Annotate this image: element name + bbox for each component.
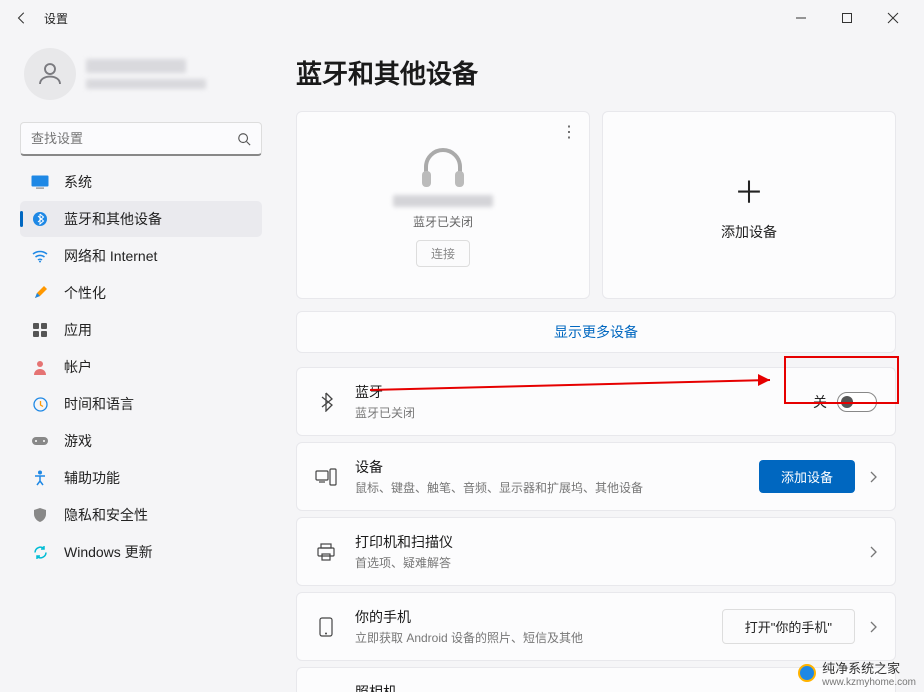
sidebar-item-label: 应用: [64, 320, 92, 340]
sidebar-item-apps[interactable]: 应用: [20, 312, 262, 348]
sidebar-item-label: Windows 更新: [64, 542, 153, 562]
sidebar-item-privacy[interactable]: 隐私和安全性: [20, 497, 262, 533]
avatar: [24, 48, 76, 100]
bluetooth-toggle[interactable]: [837, 392, 877, 412]
apps-icon: [30, 320, 50, 340]
shield-icon: [30, 505, 50, 525]
sidebar-item-windows-update[interactable]: Windows 更新: [20, 534, 262, 570]
search-input-container[interactable]: [20, 122, 262, 156]
bluetooth-setting-row: 蓝牙 蓝牙已关闭 关: [296, 367, 896, 436]
sidebar-item-label: 时间和语言: [64, 394, 134, 414]
sidebar-item-label: 游戏: [64, 431, 92, 451]
update-icon: [30, 542, 50, 562]
connect-button[interactable]: 连接: [416, 240, 470, 267]
printers-setting-row[interactable]: 打印机和扫描仪 首选项、疑难解答: [296, 517, 896, 586]
phone-title: 你的手机: [355, 607, 722, 627]
search-icon: [237, 132, 251, 146]
sidebar-item-label: 隐私和安全性: [64, 505, 148, 525]
wifi-icon: [30, 246, 50, 266]
close-button[interactable]: [870, 2, 916, 34]
watermark-text: 纯净系统之家: [822, 661, 900, 676]
devices-setting-row[interactable]: 设备 鼠标、键盘、触笔、音频、显示器和扩展坞、其他设备 添加设备: [296, 442, 896, 511]
add-device-card[interactable]: ＋ 添加设备: [602, 111, 896, 299]
page-title: 蓝牙和其他设备: [296, 54, 896, 91]
user-name-redacted: [86, 59, 186, 73]
sidebar-item-accounts[interactable]: 帐户: [20, 349, 262, 385]
devices-icon: [315, 466, 337, 488]
bluetooth-subtitle: 蓝牙已关闭: [355, 404, 813, 421]
sidebar-item-time-language[interactable]: 时间和语言: [20, 386, 262, 422]
chevron-right-icon: [869, 471, 877, 483]
printers-subtitle: 首选项、疑难解答: [355, 554, 855, 571]
chevron-right-icon: [869, 621, 877, 633]
sidebar-item-network[interactable]: 网络和 Internet: [20, 238, 262, 274]
sidebar-item-bluetooth[interactable]: 蓝牙和其他设备: [20, 201, 262, 237]
add-device-button[interactable]: 添加设备: [759, 460, 855, 493]
watermark: 纯净系统之家 www.kzmyhome.com: [798, 658, 916, 688]
device-status: 蓝牙已关闭: [413, 213, 473, 230]
search-input[interactable]: [31, 131, 237, 146]
sidebar-item-personalization[interactable]: 个性化: [20, 275, 262, 311]
user-email-redacted: [86, 79, 206, 89]
watermark-url: www.kzmyhome.com: [822, 677, 916, 688]
sidebar-item-label: 蓝牙和其他设备: [64, 209, 162, 229]
user-profile[interactable]: [16, 36, 266, 118]
sidebar-item-label: 帐户: [64, 357, 92, 377]
phone-icon: [315, 616, 337, 638]
person-icon: [30, 357, 50, 377]
minimize-button[interactable]: [778, 2, 824, 34]
clock-globe-icon: [30, 394, 50, 414]
sidebar-item-label: 辅助功能: [64, 468, 120, 488]
brush-icon: [30, 283, 50, 303]
sidebar-item-label: 个性化: [64, 283, 106, 303]
printers-title: 打印机和扫描仪: [355, 532, 855, 552]
accessibility-icon: [30, 468, 50, 488]
chevron-right-icon: [869, 546, 877, 558]
open-phone-button[interactable]: 打开"你的手机": [722, 609, 855, 644]
system-icon: [30, 172, 50, 192]
bluetooth-icon: [30, 209, 50, 229]
device-card[interactable]: ⋮ 蓝牙已关闭 连接: [296, 111, 590, 299]
watermark-logo-icon: [798, 664, 816, 682]
toggle-label: 关: [813, 392, 827, 412]
sidebar-item-gaming[interactable]: 游戏: [20, 423, 262, 459]
plus-icon: ＋: [734, 168, 764, 212]
printer-icon: [315, 541, 337, 563]
devices-title: 设备: [355, 457, 759, 477]
sidebar-item-label: 网络和 Internet: [64, 246, 157, 266]
phone-subtitle: 立即获取 Android 设备的照片、短信及其他: [355, 629, 722, 646]
gamepad-icon: [30, 431, 50, 451]
devices-subtitle: 鼠标、键盘、触笔、音频、显示器和扩展坞、其他设备: [355, 479, 759, 496]
sidebar-item-accessibility[interactable]: 辅助功能: [20, 460, 262, 496]
window-title: 设置: [44, 10, 68, 27]
device-name-redacted: [393, 195, 493, 207]
sidebar-item-system[interactable]: 系统: [20, 164, 262, 200]
headphones-icon: [416, 143, 470, 193]
bluetooth-icon: [315, 391, 337, 413]
show-more-devices[interactable]: 显示更多设备: [296, 311, 896, 353]
add-device-label: 添加设备: [721, 222, 777, 242]
more-icon[interactable]: ⋮: [561, 122, 577, 142]
maximize-button[interactable]: [824, 2, 870, 34]
back-button[interactable]: [8, 4, 36, 32]
bluetooth-title: 蓝牙: [355, 382, 813, 402]
sidebar-item-label: 系统: [64, 172, 92, 192]
camera-title: 照相机: [355, 682, 855, 692]
phone-setting-row[interactable]: 你的手机 立即获取 Android 设备的照片、短信及其他 打开"你的手机": [296, 592, 896, 661]
